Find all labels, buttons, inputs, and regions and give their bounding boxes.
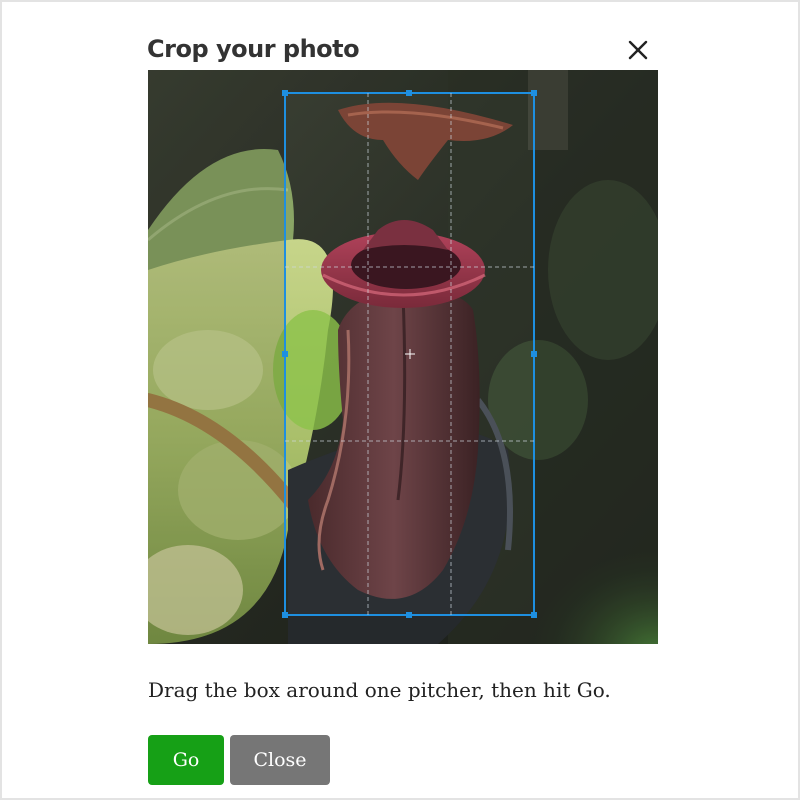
crop-handle-bottom-left[interactable] [282,612,288,618]
crop-handle-top[interactable] [406,90,412,96]
crop-overlay [148,70,658,644]
close-icon[interactable] [624,36,652,64]
instructions-text: Drag the box around one pitcher, then hi… [148,678,611,702]
crop-handle-bottom-right[interactable] [531,612,537,618]
crop-handle-right[interactable] [531,351,537,357]
crop-handle-left[interactable] [282,351,288,357]
crop-handle-top-right[interactable] [531,90,537,96]
photo-canvas[interactable] [148,70,658,644]
go-button[interactable]: Go [148,735,224,785]
dialog-title: Crop your photo [147,35,360,63]
crop-dialog: Crop your photo Drag the box around one … [2,2,798,798]
crop-handle-top-left[interactable] [282,90,288,96]
close-button[interactable]: Close [230,735,330,785]
crop-handle-bottom[interactable] [406,612,412,618]
